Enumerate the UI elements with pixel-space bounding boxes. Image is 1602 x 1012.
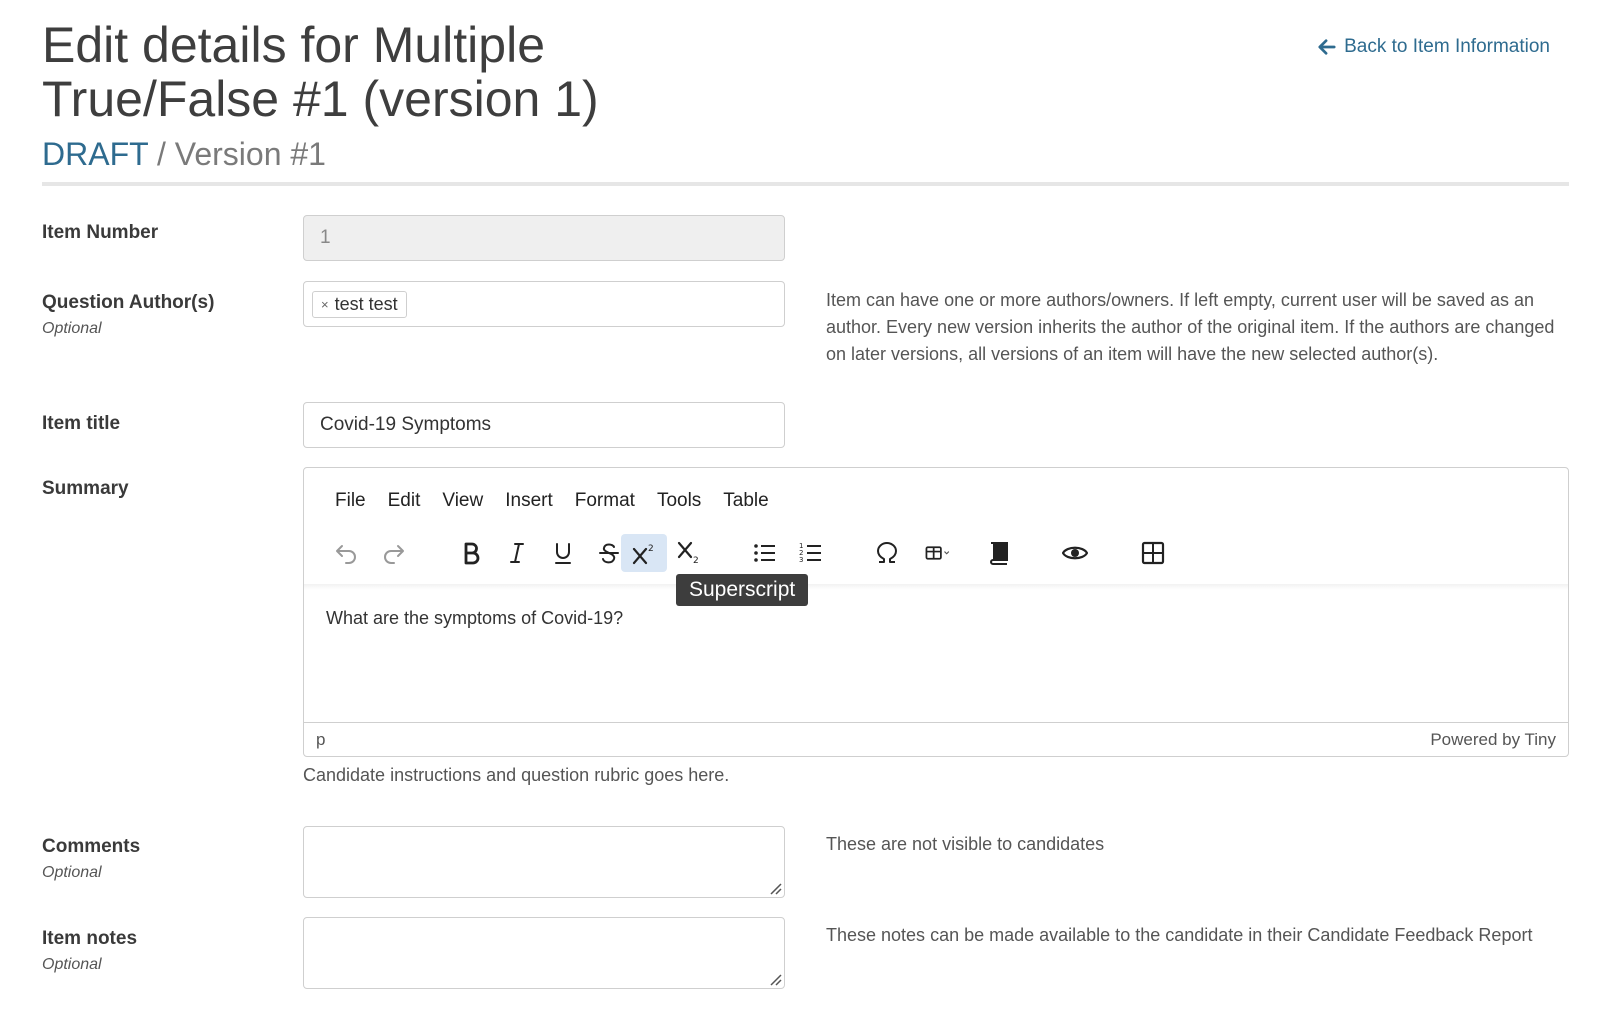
menu-insert[interactable]: Insert [494,486,564,516]
editor-paragraph: What are the symptoms of Covid-19? [326,608,624,628]
menu-file[interactable]: File [324,486,377,516]
authors-help-text: Item can have one or more authors/owners… [826,290,1555,364]
undo-button[interactable] [324,534,370,572]
item-number-value: 1 [320,227,331,248]
superscript-tooltip: Superscript [676,574,809,606]
author-tag: × test test [312,290,407,318]
svg-text:2: 2 [693,556,699,566]
status-separator: / [156,136,166,172]
redo-icon [384,545,404,564]
item-notes-optional: Optional [42,956,102,973]
menu-table[interactable]: Table [712,486,779,516]
toolbar-separator [304,584,1568,590]
editor-menubar: File Edit View Insert Format Tools Table [324,486,780,516]
status-line: DRAFT / Version #1 [42,136,326,173]
author-tag-label: test test [334,293,398,314]
question-authors-input[interactable]: × test test [303,281,785,327]
superscript-icon: 2 [632,544,654,565]
item-notes-help-text: These notes can be made available to the… [826,925,1533,945]
table-button[interactable] [910,534,966,572]
item-title-value: Covid-19 Symptoms [320,414,492,435]
menu-view[interactable]: View [431,486,494,516]
remove-tag-icon[interactable]: × [321,297,329,312]
element-path[interactable]: p [316,730,325,750]
svg-text:2: 2 [648,544,654,554]
bold-icon [464,542,480,565]
status-badge: DRAFT [42,136,149,172]
special-character-icon [877,542,897,563]
bullet-list-button[interactable] [742,534,788,572]
back-to-item-information-link[interactable]: Back to Item Information [1318,36,1550,58]
subscript-button[interactable]: 2 [666,534,712,572]
numbered-list-button[interactable]: 123 [788,534,834,572]
question-authors-label: Question Author(s) Optional [42,292,214,338]
numbered-list-icon: 123 [799,542,821,564]
book-icon [990,542,1008,565]
summary-editor: File Edit View Insert Format Tools Table… [303,467,1569,757]
layout-icon [1141,541,1165,565]
page-title: Edit details for Multiple True/False #1 … [42,17,599,127]
editor-statusbar: p Powered by Tiny [304,722,1568,756]
strikethrough-icon [599,543,619,564]
layout-button[interactable] [1130,534,1176,572]
back-link-label: Back to Item Information [1344,36,1550,57]
comments-label: Comments Optional [42,836,140,882]
summary-help-text: Candidate instructions and question rubr… [303,765,730,785]
italic-button[interactable] [494,534,540,572]
item-number-input: 1 [303,215,785,261]
question-authors-optional: Optional [42,320,102,337]
item-notes-label-text: Item notes [42,928,138,949]
bullet-list-icon [754,544,775,562]
menu-tools[interactable]: Tools [646,486,712,516]
svg-text:3: 3 [799,556,803,564]
powered-by-link[interactable]: Powered by Tiny [1430,730,1556,750]
item-title-input[interactable]: Covid-19 Symptoms [303,402,785,448]
italic-icon [510,543,524,563]
undo-icon [336,545,356,564]
item-title-label: Item title [42,413,121,434]
subscript-icon: 2 [677,541,699,566]
underline-icon [555,543,571,564]
header-divider [42,182,1569,186]
arrow-left-icon [1318,39,1336,55]
version-label: Version #1 [174,136,326,172]
redo-button[interactable] [370,534,416,572]
preview-button[interactable] [1052,534,1098,572]
resize-handle-icon[interactable] [768,972,782,986]
comments-textarea[interactable] [303,826,785,898]
question-authors-label-text: Question Author(s) [42,292,215,313]
summary-label: Summary [42,478,129,499]
book-button[interactable] [976,534,1022,572]
special-character-button[interactable] [864,534,910,572]
editor-toolbar: 2 2 123 [324,534,1544,574]
resize-handle-icon[interactable] [768,881,782,895]
menu-format[interactable]: Format [564,486,646,516]
underline-button[interactable] [540,534,586,572]
comments-help-text: These are not visible to candidates [826,834,1105,854]
preview-icon [1062,546,1088,560]
editor-content-area[interactable]: What are the symptoms of Covid-19? [326,608,623,629]
superscript-button[interactable]: 2 [621,534,667,572]
bold-button[interactable] [448,534,494,572]
comments-label-text: Comments [42,836,141,857]
item-notes-textarea[interactable] [303,917,785,989]
comments-optional: Optional [42,864,102,881]
menu-edit[interactable]: Edit [377,486,432,516]
item-notes-label: Item notes Optional [42,928,137,974]
item-number-label: Item Number [42,222,159,243]
table-icon [925,546,950,560]
